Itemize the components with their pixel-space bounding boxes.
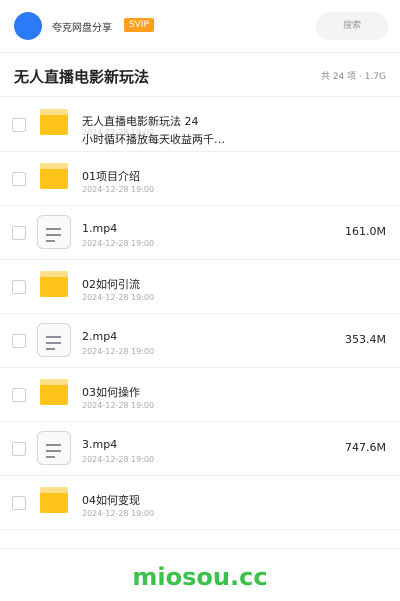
list-item[interactable]: 3.mp4 2024-12-28 19:00 747.6M — [0, 421, 400, 476]
folder-icon — [40, 487, 68, 513]
item-date: 2024-12-28 19:00 — [82, 239, 155, 248]
row-checkbox[interactable] — [12, 334, 26, 348]
brand-watermark: miosou.cc — [132, 563, 268, 591]
document-icon — [37, 215, 71, 249]
item-name[interactable]: 2.mp4 — [82, 330, 117, 343]
list-item[interactable]: 03如何操作 2024-12-28 19:00 — [0, 367, 400, 422]
row-checkbox[interactable] — [12, 226, 26, 240]
item-name[interactable]: 01项目介绍 — [82, 168, 140, 184]
list-item[interactable]: 1.mp4 2024-12-28 19:00 161.0M — [0, 205, 400, 260]
item-date: 2024-12-28 19:00 — [82, 455, 155, 464]
list-item[interactable]: 2.mp4 2024-12-28 19:00 353.4M — [0, 313, 400, 368]
search-input[interactable]: 搜索 — [316, 12, 388, 40]
list-item[interactable]: 01项目介绍 2024-12-28 19:00 — [0, 151, 400, 206]
folder-icon — [40, 271, 68, 297]
row-checkbox[interactable] — [12, 442, 26, 456]
item-name[interactable]: 1.mp4 — [82, 222, 117, 235]
folder-icon — [40, 163, 68, 189]
item-name[interactable]: 02如何引流 — [82, 276, 140, 292]
item-size: 161.0M — [345, 225, 386, 238]
item-size: 747.6M — [345, 441, 386, 454]
item-name[interactable]: 04如何变现 — [82, 492, 140, 508]
row-checkbox[interactable] — [12, 172, 26, 186]
item-name[interactable]: 03如何操作 — [82, 384, 140, 400]
svip-badge: SVIP — [124, 18, 154, 32]
document-icon — [37, 323, 71, 357]
folder-icon — [40, 109, 68, 135]
item-size: 353.4M — [345, 333, 386, 346]
item-name[interactable]: 3.mp4 — [82, 438, 117, 451]
document-icon — [37, 431, 71, 465]
row-checkbox[interactable] — [12, 118, 26, 132]
footer: miosou.cc — [0, 548, 400, 601]
folder-icon — [40, 379, 68, 405]
item-date: 2024-12-28 19:00 — [82, 293, 155, 302]
item-date: 2024-12-28 19:00 — [82, 185, 155, 194]
title-row: 无人直播电影新玩法 共 24 项 · 1.7G — [0, 52, 400, 97]
header: 夸克网盘分享 SVIP 搜索 — [0, 0, 400, 53]
row-checkbox[interactable] — [12, 496, 26, 510]
user-name[interactable]: 夸克网盘分享 — [52, 19, 112, 34]
avatar[interactable] — [14, 12, 42, 40]
row-checkbox[interactable] — [12, 280, 26, 294]
list-item[interactable]: 02如何引流 2024-12-28 19:00 — [0, 259, 400, 314]
item-date: 2024-12-28 19:00 — [82, 401, 155, 410]
item-name[interactable]: 无人直播电影新玩法 24 — [82, 113, 199, 129]
item-date: 2024-12-28 19:00 — [82, 509, 155, 518]
list-item[interactable]: 04如何变现 2024-12-28 19:00 — [0, 475, 400, 530]
list-item[interactable]: 无人直播电影新玩法 24 2024-12-28 19:00 小时循环播放每天收益… — [0, 97, 400, 152]
row-checkbox[interactable] — [12, 388, 26, 402]
page-title: 无人直播电影新玩法 — [14, 68, 150, 86]
item-subtitle: 小时循环播放每天收益两千… — [82, 133, 225, 146]
item-date: 2024-12-28 19:00 — [82, 347, 155, 356]
item-summary: 共 24 项 · 1.7G — [320, 72, 386, 82]
